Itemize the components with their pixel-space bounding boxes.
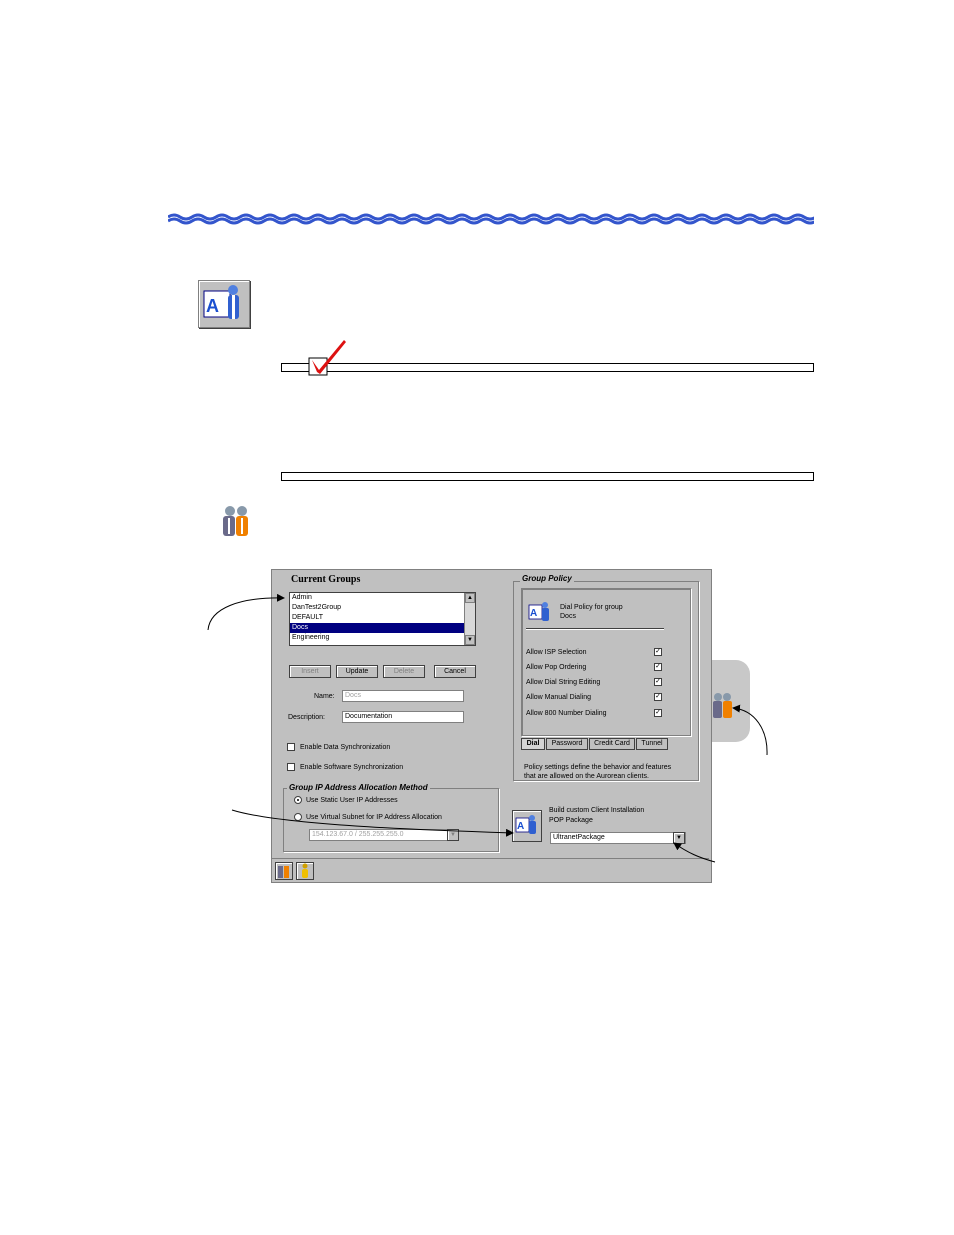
user-icon xyxy=(302,863,308,878)
group-policy-title: Group Policy xyxy=(520,574,574,583)
allow-dial-string-editing-checkbox[interactable]: ✓ xyxy=(654,678,662,686)
svg-text:A: A xyxy=(530,608,537,619)
cancel-button[interactable]: Cancel xyxy=(434,665,476,678)
scroll-down-icon[interactable]: ▼ xyxy=(465,635,475,645)
user-view-button[interactable] xyxy=(296,862,314,880)
update-button[interactable]: Update xyxy=(336,665,378,678)
note-top-rule xyxy=(281,363,814,372)
dialog-taskbar xyxy=(272,858,709,882)
policy-header-line1: Dial Policy for group xyxy=(560,604,623,611)
delete-button[interactable]: Delete xyxy=(383,665,425,678)
data-sync-label: Enable Data Synchronization xyxy=(300,744,391,751)
ip-section-title: Group IP Address Allocation Method xyxy=(287,783,430,792)
groups-tab-icon[interactable] xyxy=(712,692,734,720)
subnet-select[interactable]: 154.123.67.0 / 255.255.255.0 xyxy=(309,829,459,841)
list-item-selected[interactable]: Docs xyxy=(290,623,475,633)
data-sync-checkbox[interactable] xyxy=(287,743,295,751)
virtual-subnet-label: Use Virtual Subnet for IP Address Alloca… xyxy=(306,814,442,821)
groups-icon xyxy=(223,506,248,536)
static-ip-label: Use Static User IP Addresses xyxy=(306,797,398,804)
allow-isp-selection-checkbox[interactable]: ✓ xyxy=(654,648,662,656)
virtual-subnet-radio[interactable] xyxy=(294,813,302,821)
allow-manual-dialing-checkbox[interactable]: ✓ xyxy=(654,693,662,701)
policy-divider xyxy=(526,628,664,629)
description-field[interactable]: Documentation xyxy=(342,711,464,723)
header-wave-rule xyxy=(168,213,814,225)
group-management-dialog: Current Groups Admin DanTest2Group DEFAU… xyxy=(271,569,712,883)
insert-button[interactable]: Insert xyxy=(289,665,331,678)
current-groups-list[interactable]: Admin DanTest2Group DEFAULT Docs Enginee… xyxy=(289,592,476,646)
software-sync-label: Enable Software Synchronization xyxy=(300,764,404,771)
current-groups-title: Current Groups xyxy=(291,574,361,585)
policy-option-label: Allow 800 Number Dialing xyxy=(526,710,607,717)
svg-text:A: A xyxy=(517,821,524,832)
list-item[interactable]: DEFAULT xyxy=(290,613,475,623)
software-sync-checkbox[interactable] xyxy=(287,763,295,771)
tab-tunnel[interactable]: Tunnel xyxy=(636,738,668,750)
tab-dial[interactable]: Dial xyxy=(521,738,545,750)
groups-view-button[interactable] xyxy=(275,862,293,880)
tab-password[interactable]: Password xyxy=(546,738,588,750)
policy-option-label: Allow Pop Ordering xyxy=(526,664,587,671)
pop-package-dropdown-icon[interactable]: ▼ xyxy=(673,832,685,844)
list-item[interactable]: Admin xyxy=(290,593,475,603)
svg-text:A: A xyxy=(206,296,219,316)
policy-description: Policy settings define the behavior and … xyxy=(524,764,672,780)
aurorean-client-icon: A xyxy=(198,280,250,328)
policy-option-label: Allow Dial String Editing xyxy=(526,679,601,686)
static-ip-radio[interactable] xyxy=(294,796,302,804)
build-label-line2: POP Package xyxy=(549,817,593,824)
aurorean-client-icon: A xyxy=(515,815,536,834)
allow-800-number-dialing-checkbox[interactable]: ✓ xyxy=(654,709,662,717)
note-bottom-rule xyxy=(281,472,814,481)
description-label: Description: xyxy=(288,714,325,721)
groups-icon xyxy=(278,866,289,878)
scroll-up-icon[interactable]: ▲ xyxy=(465,593,475,603)
policy-option-label: Allow Manual Dialing xyxy=(526,694,591,701)
tab-credit-card[interactable]: Credit Card xyxy=(589,738,635,750)
subnet-dropdown-icon[interactable]: ▼ xyxy=(447,829,459,841)
aurorean-client-icon: A xyxy=(528,602,549,621)
name-label: Name: xyxy=(314,693,335,700)
list-item[interactable]: DanTest2Group xyxy=(290,603,475,613)
build-label-line1: Build custom Client Installation xyxy=(549,807,645,814)
red-checkmark-icon xyxy=(308,340,346,376)
allow-pop-ordering-checkbox[interactable]: ✓ xyxy=(654,663,662,671)
list-item[interactable]: Engineering xyxy=(290,633,475,643)
name-field[interactable]: Docs xyxy=(342,690,464,702)
policy-header-line2: Docs xyxy=(560,613,576,620)
build-client-button[interactable]: A xyxy=(512,810,542,842)
pop-package-select[interactable]: UltranetPackage xyxy=(550,832,686,844)
list-scrollbar[interactable]: ▲ ▼ xyxy=(464,593,475,645)
policy-option-label: Allow ISP Selection xyxy=(526,649,587,656)
